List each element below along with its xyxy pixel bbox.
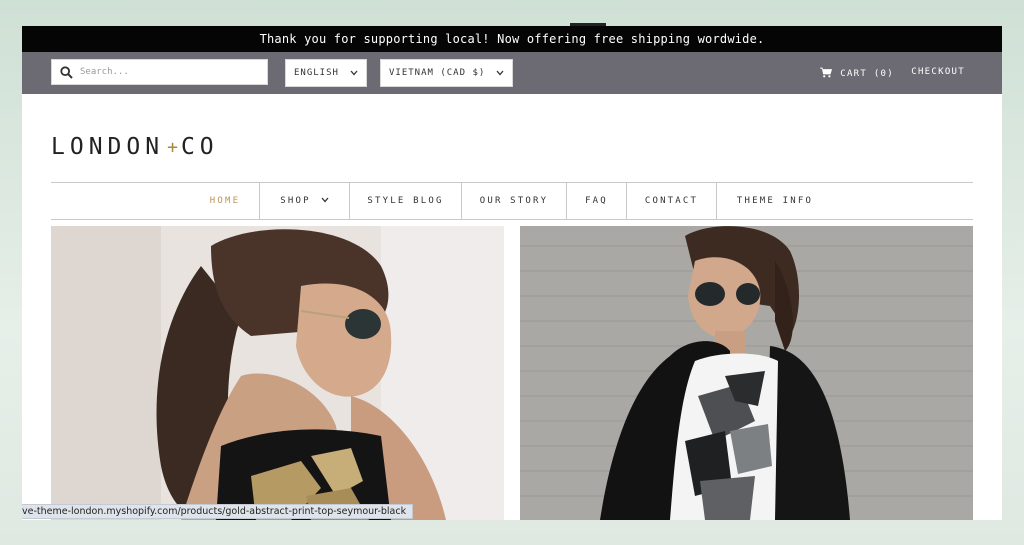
nav-item-label: FAQ xyxy=(585,196,608,206)
nav-item-contact[interactable]: CONTACT xyxy=(626,183,716,219)
language-select[interactable]: ENGLISH xyxy=(285,59,367,87)
announcement-text: Thank you for supporting local! Now offe… xyxy=(259,32,765,46)
store-logo[interactable]: LONDON + CO xyxy=(51,134,219,160)
browser-viewport: Thank you for supporting local! Now offe… xyxy=(22,26,1002,520)
checkout-link[interactable]: CHECKOUT xyxy=(911,67,965,77)
nav-item-home[interactable]: HOME xyxy=(191,183,259,219)
utility-bar: ENGLISH VIETNAM (CAD $) CART (0) CHECKOU… xyxy=(22,52,1002,94)
nav-item-label: HOME xyxy=(209,196,241,206)
product-image-left[interactable] xyxy=(51,226,504,520)
country-selected: VIETNAM (CAD $) xyxy=(389,68,486,78)
announcement-bar: Thank you for supporting local! Now offe… xyxy=(22,26,1002,52)
status-bar-url: ve-theme-london.myshopify.com/products/g… xyxy=(22,504,414,519)
chevron-down-icon xyxy=(496,68,504,79)
search-input[interactable] xyxy=(80,62,250,82)
status-url-text: ve-theme-london.myshopify.com/products/g… xyxy=(22,506,407,517)
chevron-down-icon xyxy=(321,196,329,206)
search-box[interactable] xyxy=(51,59,268,85)
logo-text-right: CO xyxy=(180,134,219,160)
cart-icon xyxy=(820,67,833,81)
nav-item-label: THEME INFO xyxy=(736,196,814,206)
nav-item-label: CONTACT xyxy=(644,196,699,206)
product-photo-illustration xyxy=(520,226,973,520)
nav-item-label: OUR STORY xyxy=(479,196,549,206)
nav-item-label: STYLE BLOG xyxy=(367,196,444,206)
cart-label: CART (0) xyxy=(840,69,894,79)
product-photo-illustration xyxy=(51,226,504,520)
logo-text-left: LONDON xyxy=(51,134,165,160)
nav-item-faq[interactable]: FAQ xyxy=(566,183,626,219)
language-selected: ENGLISH xyxy=(294,68,339,78)
nav-item-style-blog[interactable]: STYLE BLOG xyxy=(349,183,461,219)
search-icon[interactable] xyxy=(52,65,80,79)
product-image-right[interactable] xyxy=(520,226,973,520)
nav-item-our-story[interactable]: OUR STORY xyxy=(461,183,566,219)
nav-item-theme-info[interactable]: THEME INFO xyxy=(716,183,833,219)
country-currency-select[interactable]: VIETNAM (CAD $) xyxy=(380,59,513,87)
chevron-down-icon xyxy=(350,68,358,79)
nav-item-label: SHOP xyxy=(280,196,311,206)
main-navigation: HOME SHOP STYLE BLOG OUR STORY FAQ CONTA… xyxy=(51,182,973,220)
cart-link[interactable]: CART (0) xyxy=(820,67,894,81)
nav-item-shop[interactable]: SHOP xyxy=(259,183,349,219)
logo-plus: + xyxy=(167,136,178,158)
